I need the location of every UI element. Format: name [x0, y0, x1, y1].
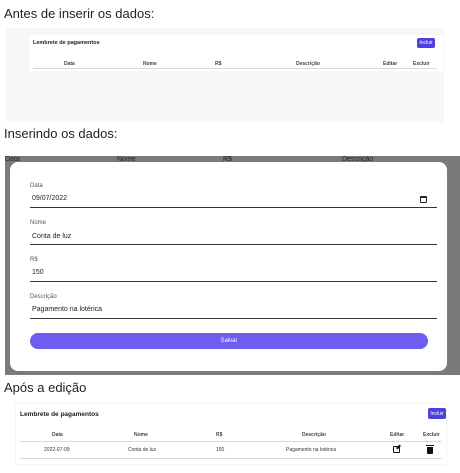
payments-card-filled: Lembrete de pagamentos Incluir Data Nome… — [16, 404, 446, 464]
header-rs: R$ — [216, 432, 223, 438]
header-divider — [33, 68, 437, 69]
table-header: Data Nome R$ Descrição Editar Excluir — [16, 432, 446, 440]
rs-input[interactable]: 150 — [32, 269, 44, 276]
descricao-label: Descrição — [30, 294, 57, 300]
header-descricao: Descrição — [302, 432, 326, 438]
salvar-button[interactable]: Salvar — [30, 333, 428, 349]
cell-nome: Conta de luz — [128, 447, 157, 453]
cell-data: 2022-07-09 — [44, 447, 70, 453]
caption-inserting: Inserindo os dados: — [4, 126, 118, 141]
header-editar: Editar — [390, 432, 405, 438]
table-row: 2022-07-09 Conta de luz 150 Pagamento na… — [16, 445, 446, 456]
calendar-icon[interactable] — [420, 196, 427, 203]
header-nome: Nome — [143, 61, 157, 67]
data-input[interactable]: 09/07/2022 — [32, 195, 67, 202]
rs-underline — [30, 281, 437, 282]
descricao-input[interactable]: Pagamento na lotérica — [32, 306, 102, 313]
caption-after: Após a edição — [4, 380, 87, 395]
payments-card-empty: Lembrete de pagamentos Incluir Data Nome… — [29, 35, 443, 71]
trash-icon[interactable] — [426, 445, 434, 454]
nome-label: Nome — [30, 220, 47, 226]
header-excluir: Excluir — [413, 61, 430, 67]
header-excluir: Excluir — [423, 432, 440, 438]
add-payment-modal: Data 09/07/2022 Nome Conta de luz R$ 150… — [10, 162, 447, 371]
header-divider — [20, 441, 442, 442]
cell-rs: 150 — [216, 447, 225, 453]
incluir-button[interactable]: Incluir — [428, 408, 446, 419]
nome-input[interactable]: Conta de luz — [32, 233, 71, 240]
header-editar: Editar — [383, 61, 398, 67]
header-nome: Nome — [134, 432, 148, 438]
header-data: Data — [64, 61, 75, 67]
incluir-button[interactable]: Incluir — [417, 38, 435, 48]
header-rs: R$ — [215, 61, 222, 67]
card-title: Lembrete de pagamentos — [33, 40, 100, 46]
rs-label: R$ — [30, 257, 38, 263]
caption-before: Antes de inserir os dados: — [4, 6, 155, 21]
cell-descricao: Pagamento na lotérica — [286, 447, 337, 453]
descricao-underline — [30, 318, 437, 319]
data-label: Data — [30, 183, 43, 189]
header-data: Data — [52, 432, 63, 438]
nome-underline — [30, 244, 437, 245]
card-title: Lembrete de pagamentos — [20, 411, 99, 418]
data-underline — [30, 207, 437, 208]
edit-icon[interactable] — [393, 446, 400, 453]
header-descricao: Descrição — [296, 61, 320, 67]
row-divider — [20, 458, 442, 459]
